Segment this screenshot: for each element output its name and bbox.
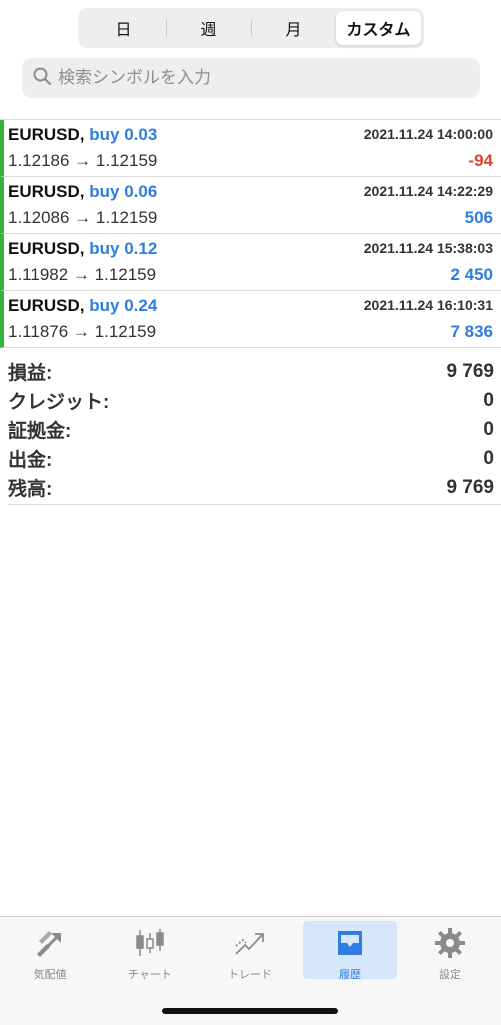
divider <box>8 504 501 505</box>
summary-label: 残高: <box>8 479 53 500</box>
summary-label: 証拠金: <box>8 421 72 442</box>
history-inbox-icon <box>333 927 367 964</box>
period-segmented-control: 日 週 月 カスタム <box>78 8 424 48</box>
trade-row[interactable]: EURUSD, buy 0.03 2021.11.24 14:00:00 1.1… <box>0 120 501 177</box>
trade-direction: buy 0.24 <box>89 296 158 315</box>
search-input[interactable] <box>56 67 480 89</box>
tab-trade[interactable]: トレード <box>203 921 297 981</box>
trade-time: 2021.11.24 16:10:31 <box>363 297 493 313</box>
period-tab-month[interactable]: 月 <box>251 11 336 45</box>
trade-direction: buy 0.12 <box>89 239 158 258</box>
account-summary: 損益: 9 769 クレジット: 0 証拠金: 0 出金: 0 残高: 9 76… <box>8 357 494 502</box>
trade-symbol: EURUSD, buy 0.24 <box>8 296 158 315</box>
trade-direction: buy 0.03 <box>89 125 158 144</box>
trade-row[interactable]: EURUSD, buy 0.24 2021.11.24 16:10:31 1.1… <box>0 291 501 348</box>
trade-row[interactable]: EURUSD, buy 0.06 2021.11.24 14:22:29 1.1… <box>0 177 501 234</box>
summary-value: 0 <box>483 389 494 411</box>
trade-prices: 1.11982 → 1.12159 <box>8 265 157 284</box>
trade-row[interactable]: EURUSD, buy 0.12 2021.11.24 15:38:03 1.1… <box>0 234 501 291</box>
summary-value: 0 <box>483 418 494 440</box>
tab-settings[interactable]: 設定 <box>403 921 497 981</box>
search-bar[interactable] <box>22 58 480 98</box>
trade-history-list: EURUSD, buy 0.03 2021.11.24 14:00:00 1.1… <box>0 119 501 348</box>
summary-row-credit: クレジット: 0 <box>8 386 494 415</box>
tab-label: トレード <box>228 969 272 981</box>
summary-value: 9 769 <box>446 360 494 382</box>
summary-label: 出金: <box>8 450 53 471</box>
trade-profit: 506 <box>464 208 493 227</box>
trade-symbol: EURUSD, buy 0.12 <box>8 239 158 258</box>
trade-time: 2021.11.24 15:38:03 <box>363 240 493 256</box>
tab-label: 設定 <box>439 969 461 981</box>
quotes-icon <box>33 927 67 964</box>
summary-value: 0 <box>483 447 494 469</box>
tab-history[interactable]: 履歴 <box>303 921 397 981</box>
home-indicator <box>162 1008 338 1014</box>
summary-label: 損益: <box>8 363 53 384</box>
trade-icon <box>233 927 267 964</box>
trade-symbol: EURUSD, buy 0.03 <box>8 125 158 144</box>
candlestick-chart-icon <box>133 927 167 964</box>
tab-label: チャート <box>128 969 172 981</box>
trade-prices: 1.11876 → 1.12159 <box>8 322 157 341</box>
trade-time: 2021.11.24 14:00:00 <box>363 126 493 142</box>
trade-profit: 7 836 <box>450 322 493 341</box>
search-icon <box>32 66 52 91</box>
trade-symbol: EURUSD, buy 0.06 <box>8 182 158 201</box>
period-tab-week[interactable]: 週 <box>166 11 251 45</box>
summary-row-profit: 損益: 9 769 <box>8 357 494 386</box>
summary-value: 9 769 <box>446 476 494 498</box>
trade-profit: 2 450 <box>450 265 493 284</box>
tab-label: 気配値 <box>33 969 67 981</box>
trade-time: 2021.11.24 14:22:29 <box>363 183 493 199</box>
trade-direction: buy 0.06 <box>89 182 158 201</box>
tab-chart[interactable]: チャート <box>103 921 197 981</box>
summary-row-withdrawal: 出金: 0 <box>8 444 494 473</box>
period-tab-day[interactable]: 日 <box>81 11 166 45</box>
gear-icon <box>433 927 467 964</box>
tab-quotes[interactable]: 気配値 <box>3 921 97 981</box>
trade-prices: 1.12186 → 1.12159 <box>8 151 158 170</box>
summary-row-margin: 証拠金: 0 <box>8 415 494 444</box>
tab-label: 履歴 <box>339 969 361 981</box>
period-tab-custom[interactable]: カスタム <box>336 11 421 45</box>
trade-profit: -94 <box>468 151 493 170</box>
summary-label: クレジット: <box>8 392 110 413</box>
trade-prices: 1.12086 → 1.12159 <box>8 208 158 227</box>
summary-row-balance: 残高: 9 769 <box>8 473 494 502</box>
